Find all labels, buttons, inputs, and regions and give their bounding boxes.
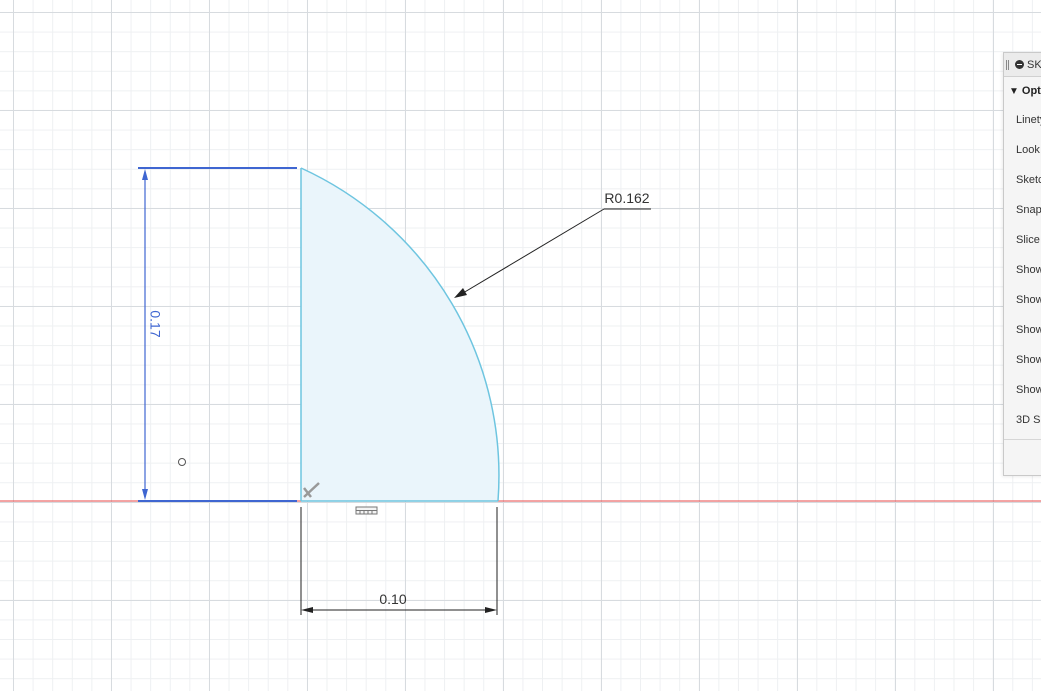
palette-row-label: Show [1016,264,1041,276]
triangle-down-icon: ▼ [1009,85,1019,97]
palette-row-3d-sketch[interactable]: 3D Sk [1004,405,1041,435]
palette-row-linetype[interactable]: Linety [1004,105,1041,135]
radius-dimension-value[interactable]: R0.162 [604,190,649,206]
palette-row-show-2[interactable]: Show [1004,285,1041,315]
palette-row-show-4[interactable]: Show [1004,345,1041,375]
palette-row-label: Show [1016,324,1041,336]
sketch-point[interactable] [178,458,186,466]
palette-row-look-at[interactable]: Look [1004,135,1041,165]
palette-row-snap[interactable]: Snap [1004,195,1041,225]
arrow-left-icon [301,607,313,613]
palette-row-label: Snap [1016,204,1041,216]
palette-row-show-3[interactable]: Show [1004,315,1041,345]
palette-row-sketch-grid[interactable]: Sketc [1004,165,1041,195]
palette-row-slice[interactable]: Slice [1004,225,1041,255]
horizontal-dimension[interactable]: 0.10 [300,507,498,615]
vertical-dimension[interactable]: 0.17 [138,167,297,502]
palette-row-label: Show [1016,354,1041,366]
sketch-svg[interactable]: 0.17 0.10 R0.162 [0,0,1041,691]
palette-row-label: Look [1016,144,1040,156]
horizontal-constraint-icon[interactable] [355,506,378,515]
palette-footer-divider [1004,439,1041,440]
radius-dimension[interactable]: R0.162 [454,190,651,298]
palette-row-show-1[interactable]: Show [1004,255,1041,285]
arrow-down-icon [142,489,148,500]
sketch-profile-fill[interactable] [301,168,499,501]
options-section-label: Opt [1021,85,1041,97]
palette-row-label: Show [1016,294,1041,306]
collapse-icon[interactable] [1015,60,1024,69]
palette-row-label: 3D Sk [1016,414,1041,426]
sketch-canvas[interactable]: 0.17 0.10 R0.162 [0,0,1041,691]
drag-handle-icon[interactable] [1006,59,1009,70]
radius-leader-line [457,208,605,297]
horizontal-dimension-value[interactable]: 0.10 [379,591,406,607]
palette-row-label: Sketc [1016,174,1041,186]
radius-arrow-icon [454,288,467,298]
palette-row-show-5[interactable]: Show [1004,375,1041,405]
arrow-right-icon [485,607,497,613]
vertical-dimension-value[interactable]: 0.17 [147,310,163,337]
palette-row-label: Slice [1016,234,1040,246]
palette-title: SK [1027,58,1041,71]
arrow-up-icon [142,169,148,180]
palette-row-label: Show [1016,384,1041,396]
palette-row-label: Linety [1016,114,1041,126]
palette-options-section[interactable]: ▼ Opt [1004,77,1041,105]
sketch-palette[interactable]: SK ▼ Opt Linety Look Sketc Snap Slice Sh… [1003,52,1041,476]
palette-header[interactable]: SK [1004,53,1041,77]
